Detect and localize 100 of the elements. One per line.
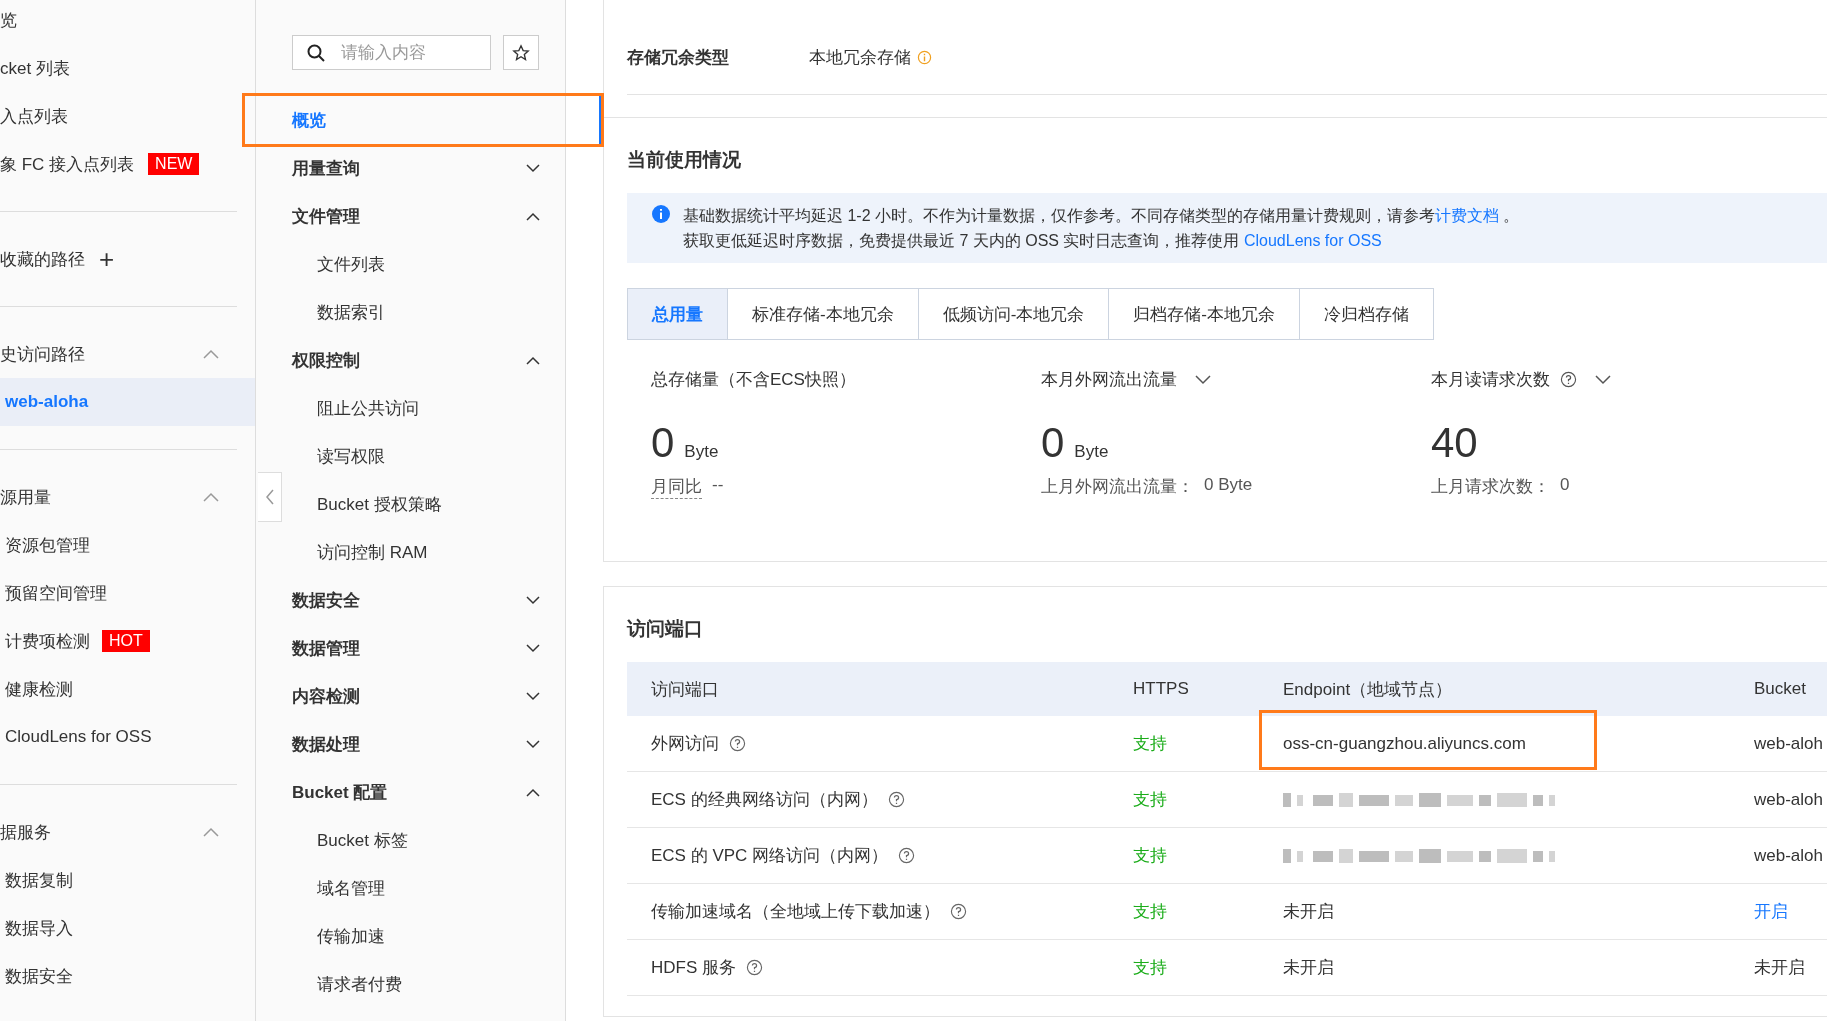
link[interactable]: CloudLens for OSS xyxy=(1243,232,1382,249)
chevron-down-icon[interactable] xyxy=(1595,374,1611,385)
favorite-button[interactable] xyxy=(503,35,539,70)
table-cell-text: ECS 的 VPC 网络访问（内网） xyxy=(651,845,889,867)
tab[interactable]: 低频访问-本地冗余 xyxy=(918,288,1110,340)
column-header: HTTPS xyxy=(1132,678,1190,700)
new-badge: NEW xyxy=(148,153,200,175)
nav-item[interactable]: 传输加速 xyxy=(292,912,565,960)
nav-item[interactable]: Bucket 标签 xyxy=(292,816,565,864)
sidebar-item[interactable]: cket 列表 xyxy=(0,56,70,80)
table-cell-text: 支持 xyxy=(1133,733,1167,755)
nav-item[interactable]: 内容检测 xyxy=(292,672,565,720)
sidebar-item[interactable]: 源用量 xyxy=(0,485,51,509)
chevron-down-icon[interactable] xyxy=(526,739,540,749)
sidebar-item[interactable]: web-aloha xyxy=(0,378,255,426)
sidebar-item[interactable]: 据服务 xyxy=(0,820,51,844)
stat-sub-label: 月同比 xyxy=(651,475,702,499)
stat-label: 总存储量（不含ECS快照） xyxy=(651,369,856,391)
chevron-up-icon[interactable] xyxy=(526,787,540,797)
table-cell-text: 未开启 xyxy=(1283,957,1334,979)
sidebar-item[interactable]: 入点列表 xyxy=(0,104,68,128)
column-header: Endpoint（地域节点） xyxy=(1282,678,1454,701)
sidebar-item[interactable]: 预留空间管理 xyxy=(0,569,255,617)
nav-item[interactable]: Bucket 授权策略 xyxy=(292,480,565,528)
nav-item[interactable]: 概览 xyxy=(245,96,601,144)
chevron-down-icon[interactable] xyxy=(526,595,540,605)
nav-item[interactable]: 域名管理 xyxy=(292,864,565,912)
section-title: 访问端口 xyxy=(627,616,704,641)
stat-unit: Byte xyxy=(684,442,719,462)
tab[interactable]: 标准存储-本地冗余 xyxy=(728,288,919,340)
stat-sub-value: 0 Byte xyxy=(1204,475,1253,496)
help-icon[interactable] xyxy=(898,847,916,864)
sidebar-item[interactable]: 象 FC 接入点列表 xyxy=(0,152,135,176)
column-header: 访问端口 xyxy=(650,678,720,701)
stat-label: 本月读请求次数 xyxy=(1431,369,1550,391)
enable-link[interactable]: 开启 xyxy=(1754,900,1788,923)
sidebar-item[interactable]: 史访问路径 xyxy=(0,342,85,366)
table-cell-text: 传输加速域名（全地域上传下载加速） xyxy=(651,901,940,923)
table-cell-text: HDFS 服务 xyxy=(651,957,736,979)
stat-sub-label: 上月请求次数： xyxy=(1431,476,1550,498)
nav-item[interactable]: 数据处理 xyxy=(292,720,565,768)
chevron-down-icon[interactable] xyxy=(526,163,540,173)
help-icon[interactable] xyxy=(746,959,763,976)
nav-item[interactable]: 用量查询 xyxy=(292,144,565,192)
sidebar-item[interactable]: 览 xyxy=(0,8,17,32)
help-icon[interactable] xyxy=(887,791,905,808)
table-cell-text: 支持 xyxy=(1133,957,1167,979)
nav-item[interactable]: 读写权限 xyxy=(292,432,565,480)
nav-item[interactable]: Bucket 配置 xyxy=(292,768,565,816)
nav-item[interactable]: 请求者付费 xyxy=(292,960,565,1008)
nav-item[interactable]: 数据管理 xyxy=(292,624,565,672)
sidebar-item[interactable]: 数据安全 xyxy=(0,952,255,1000)
nav-item[interactable]: 文件管理 xyxy=(292,192,565,240)
chevron-up-icon[interactable] xyxy=(526,211,540,221)
nav-item[interactable]: 访问控制 RAM xyxy=(292,528,565,576)
nav-item[interactable]: 数据安全 xyxy=(292,576,565,624)
tab[interactable]: 归档存储-本地冗余 xyxy=(1109,288,1300,340)
stat-value: 0 xyxy=(1041,419,1065,467)
table-cell: oss-cn-guangzhou.aliyuncs.com xyxy=(1283,733,1526,754)
nav-item[interactable]: 文件列表 xyxy=(292,240,565,288)
nav-item[interactable]: 阻止公共访问 xyxy=(292,384,565,432)
sidebar-item[interactable]: 收藏的路径 xyxy=(0,247,85,271)
stat-value: 0 xyxy=(651,419,675,467)
table-cell: web-aloh xyxy=(1754,789,1823,810)
stat-value: 40 xyxy=(1431,419,1478,467)
nav-item[interactable]: 权限控制 xyxy=(292,336,565,384)
table-cell-text: 支持 xyxy=(1133,845,1167,867)
nav-item[interactable]: 数据索引 xyxy=(292,288,565,336)
table-cell-text: 支持 xyxy=(1133,789,1167,811)
chevron-up-icon[interactable] xyxy=(526,355,540,365)
table-cell: web-aloh xyxy=(1754,733,1823,754)
notice-text: 获取更低延迟时序数据，免费提供最近 7 天内的 OSS 实时日志查询，推荐使用 CloudLens for OSS xyxy=(683,231,1383,251)
tab[interactable]: 冷归档存储 xyxy=(1300,288,1434,340)
table-cell: web-aloh xyxy=(1754,845,1823,866)
stat-unit: Byte xyxy=(1074,442,1109,462)
table-cell-text: 外网访问 xyxy=(651,733,719,755)
stat-sub-label: 上月外网流出流量： xyxy=(1041,476,1194,498)
link[interactable]: 计费文档 xyxy=(1435,207,1499,224)
sidebar-item[interactable]: 数据导入 xyxy=(0,904,255,952)
field-label: 存储冗余类型 xyxy=(627,46,730,69)
field-value: 本地冗余存储 xyxy=(809,46,911,69)
sidebar-item[interactable]: CloudLens for OSS xyxy=(0,713,255,761)
tab[interactable]: 总用量 xyxy=(627,288,728,340)
section-title: 当前使用情况 xyxy=(627,147,742,172)
chevron-down-icon[interactable] xyxy=(1195,374,1211,385)
hot-badge: HOT xyxy=(102,630,150,652)
help-icon[interactable] xyxy=(729,735,746,752)
stat-sub-value: -- xyxy=(712,475,724,496)
help-icon[interactable] xyxy=(1560,371,1577,388)
info-icon xyxy=(651,204,671,224)
add-button[interactable]: + xyxy=(99,246,115,272)
sidebar-item[interactable]: 健康检测 xyxy=(0,665,255,713)
chevron-down-icon[interactable] xyxy=(526,691,540,701)
chevron-down-icon[interactable] xyxy=(526,643,540,653)
search-field[interactable]: 请输入内容 xyxy=(292,35,491,70)
sidebar-item[interactable]: 数据复制 xyxy=(0,856,255,904)
help-icon[interactable] xyxy=(950,903,967,920)
table-cell-text: 支持 xyxy=(1133,901,1167,923)
sidebar-item[interactable]: 资源包管理 xyxy=(0,521,255,569)
sidebar-item[interactable]: 计费项检测 HOT xyxy=(0,617,255,665)
